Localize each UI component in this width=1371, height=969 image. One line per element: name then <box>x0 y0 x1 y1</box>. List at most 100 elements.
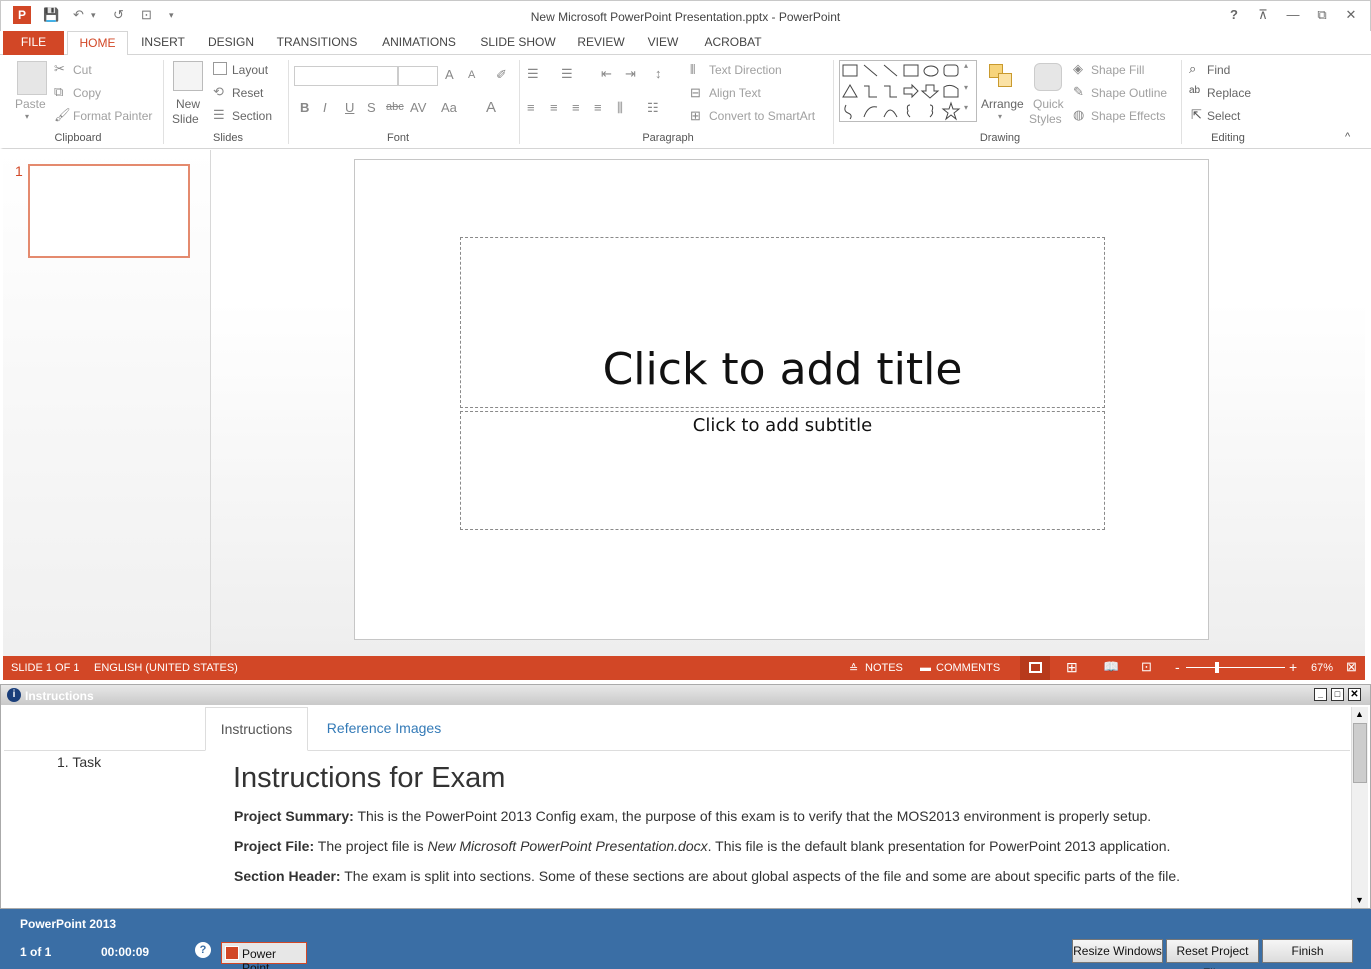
select-button[interactable]: Select <box>1207 109 1240 123</box>
clear-formatting-icon[interactable]: ✐ <box>496 67 507 83</box>
cut-button[interactable]: Cut <box>73 63 92 77</box>
instructions-scrollbar[interactable]: ▲ ▼ <box>1351 707 1368 908</box>
shape-effects-button[interactable]: Shape Effects <box>1091 109 1166 123</box>
collapse-ribbon-icon[interactable]: ^ <box>1345 131 1350 143</box>
restore-button[interactable]: ⧉ <box>1312 7 1332 23</box>
comments-icon[interactable]: ▬ <box>920 662 931 674</box>
columns-icon[interactable]: ⫼ <box>617 100 623 116</box>
help-icon[interactable]: ? <box>1224 7 1244 22</box>
align-center-icon[interactable]: ≡ <box>550 100 558 115</box>
align-left-icon[interactable]: ≡ <box>527 100 535 115</box>
scroll-down-icon[interactable]: ▼ <box>1355 895 1364 905</box>
find-icon[interactable]: ⌕ <box>1189 61 1196 77</box>
arrange-button[interactable]: Arrange <box>981 97 1024 111</box>
numbering-icon[interactable]: ☰ <box>561 66 573 82</box>
smartart-icon[interactable]: ⊞ <box>690 108 701 124</box>
slide-show-icon[interactable]: ⊡ <box>1141 659 1152 675</box>
comments-button[interactable]: COMMENTS <box>936 662 1000 674</box>
copy-button[interactable]: Copy <box>73 86 101 100</box>
layout-icon[interactable] <box>213 62 227 75</box>
gallery-scroll-down-icon[interactable]: ▾ <box>964 83 968 92</box>
panel-minimize-button[interactable]: _ <box>1314 688 1327 701</box>
tab-instructions[interactable]: Instructions <box>205 707 308 751</box>
new-slide-icon[interactable] <box>173 61 203 91</box>
notes-icon[interactable]: ≙ <box>849 662 858 675</box>
shape-fill-icon[interactable]: ◈ <box>1073 61 1083 77</box>
text-direction-button[interactable]: Text Direction <box>709 63 782 77</box>
replace-icon[interactable]: ab <box>1189 85 1200 96</box>
align-right-icon[interactable]: ≡ <box>572 100 580 115</box>
strikethrough-icon[interactable]: abc <box>386 101 404 113</box>
paste-icon[interactable] <box>17 61 47 95</box>
subtitle-placeholder[interactable]: Click to add subtitle <box>460 411 1105 530</box>
format-painter-icon[interactable]: 🖌 <box>54 107 71 123</box>
select-icon[interactable]: ⇱ <box>1191 107 1202 123</box>
font-color-icon[interactable]: A <box>486 99 496 116</box>
quick-styles-button[interactable]: Quick <box>1033 97 1064 111</box>
zoom-slider-track[interactable] <box>1186 667 1285 668</box>
format-painter-button[interactable]: Format Painter <box>73 109 152 123</box>
section-icon[interactable]: ☰ <box>213 107 225 123</box>
justify-icon[interactable]: ≡ <box>594 100 602 115</box>
align-text-button[interactable]: Align Text <box>709 86 761 100</box>
panel-close-button[interactable]: ✕ <box>1348 688 1361 701</box>
italic-icon[interactable]: I <box>323 100 327 115</box>
zoom-in-button[interactable]: + <box>1289 659 1297 675</box>
grow-font-icon[interactable]: A <box>445 67 454 82</box>
decrease-indent-icon[interactable]: ⇤ <box>601 66 612 82</box>
reset-button[interactable]: Reset <box>232 86 263 100</box>
text-direction-icon[interactable]: ⫴ <box>690 62 695 78</box>
shape-fill-button[interactable]: Shape Fill <box>1091 63 1144 77</box>
paste-dropdown-icon[interactable]: ▾ <box>25 112 29 121</box>
resize-windows-button[interactable]: Resize Windows <box>1072 939 1163 963</box>
shape-effects-icon[interactable]: ◍ <box>1073 107 1084 123</box>
new-slide-label-line2[interactable]: Slide <box>172 112 199 126</box>
character-spacing-icon[interactable]: AV <box>410 100 426 115</box>
panel-maximize-button[interactable]: □ <box>1331 688 1344 701</box>
bold-icon[interactable]: B <box>300 100 309 115</box>
reset-icon[interactable]: ⟲ <box>213 84 224 100</box>
scrollbar-thumb[interactable] <box>1353 723 1367 783</box>
section-button[interactable]: Section <box>232 109 272 123</box>
shapes-gallery[interactable] <box>839 60 977 122</box>
tab-home[interactable]: HOME <box>67 31 128 56</box>
tab-view[interactable]: VIEW <box>642 31 684 55</box>
new-slide-button[interactable]: New <box>176 97 200 111</box>
tab-review[interactable]: REVIEW <box>574 31 628 55</box>
reading-view-icon[interactable]: 📖 <box>1103 659 1119 675</box>
increase-indent-icon[interactable]: ⇥ <box>625 66 636 82</box>
copy-icon[interactable]: ⧉ <box>54 84 63 100</box>
line-spacing-icon[interactable]: ↕ <box>655 66 662 81</box>
slide-sorter-icon[interactable]: ⊞ <box>1066 659 1078 676</box>
close-button[interactable]: ✕ <box>1341 7 1361 23</box>
zoom-slider-thumb[interactable] <box>1215 662 1219 673</box>
task-list-item[interactable]: 1. Task <box>57 754 101 770</box>
taskbar-powerpoint-button[interactable]: Power Point <box>221 942 307 969</box>
zoom-out-button[interactable]: - <box>1175 659 1180 675</box>
replace-button[interactable]: Replace <box>1207 86 1251 100</box>
tab-transitions[interactable]: TRANSITIONS <box>272 31 362 55</box>
font-name-combobox[interactable] <box>294 66 398 86</box>
text-shadow-icon[interactable]: S <box>367 100 376 115</box>
tab-reference-images[interactable]: Reference Images <box>314 707 454 751</box>
quick-styles-icon[interactable] <box>1034 63 1062 91</box>
fit-to-window-icon[interactable]: ⊠ <box>1346 659 1357 675</box>
tab-acrobat[interactable]: ACROBAT <box>697 31 769 55</box>
cut-icon[interactable]: ✂ <box>54 61 65 77</box>
change-case-icon[interactable]: Aa <box>441 100 457 115</box>
arrange-icon[interactable] <box>987 62 1015 90</box>
align-distributed-icon[interactable]: ☷ <box>647 100 659 116</box>
shrink-font-icon[interactable]: A <box>468 69 475 81</box>
slide-thumbnail[interactable] <box>28 164 190 258</box>
notes-button[interactable]: NOTES <box>865 662 903 674</box>
paste-button[interactable]: Paste <box>15 97 46 111</box>
zoom-level[interactable]: 67% <box>1311 662 1333 674</box>
help-bubble-icon[interactable]: ? <box>195 942 211 958</box>
ribbon-display-options-icon[interactable]: ⊼ <box>1253 7 1273 23</box>
convert-to-smartart-button[interactable]: Convert to SmartArt <box>709 109 815 123</box>
shape-outline-button[interactable]: Shape Outline <box>1091 86 1167 100</box>
quick-styles-label-line2[interactable]: Styles <box>1029 112 1062 126</box>
reset-project-file-button[interactable]: Reset Project File <box>1166 939 1259 969</box>
font-size-combobox[interactable] <box>398 66 438 86</box>
gallery-more-icon[interactable]: ▾ <box>964 103 968 112</box>
